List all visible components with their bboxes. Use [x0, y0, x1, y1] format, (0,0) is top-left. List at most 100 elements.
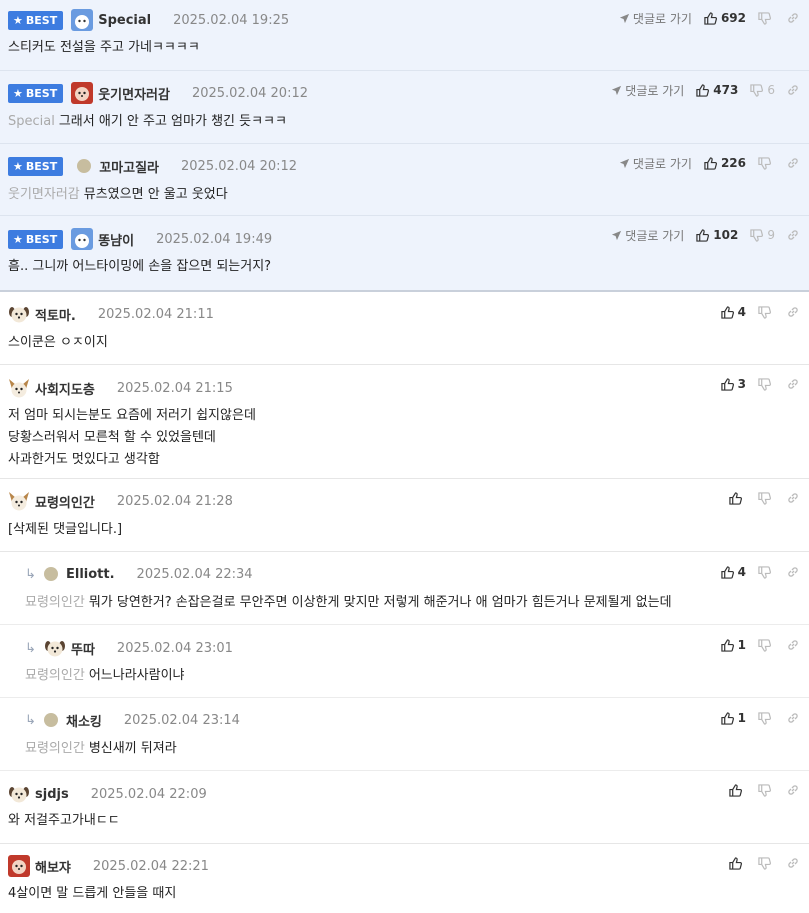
nickname[interactable]: 웃기면자러감	[98, 84, 170, 103]
thumbs-up-icon	[720, 305, 734, 319]
like-button[interactable]	[729, 856, 746, 870]
dislike-button[interactable]	[758, 491, 775, 505]
like-button[interactable]: 473	[696, 83, 738, 97]
comment-text: 흠.. 그니까 어느타이밍에 손을 잡으면 되는거지?	[8, 259, 272, 274]
nickname[interactable]: Elliott.	[66, 567, 115, 582]
link-button[interactable]	[787, 639, 799, 651]
avatar[interactable]	[44, 637, 66, 659]
nickname[interactable]: sjdjs	[35, 787, 69, 802]
best-comment: ★ BEST 꼬마고질라 2025.02.04 20:12 댓글로 가기 226 …	[0, 144, 809, 216]
best-comment: ★ BEST Special 2025.02.04 19:25 댓글로 가기 69…	[0, 0, 809, 71]
link-button[interactable]	[787, 857, 799, 869]
nickname[interactable]: 사회지도층	[35, 379, 95, 398]
dislike-button[interactable]	[758, 11, 775, 25]
link-button[interactable]	[787, 784, 799, 796]
like-button[interactable]: 4	[720, 565, 746, 579]
avatar[interactable]	[8, 783, 30, 805]
comment: 사회지도층 2025.02.04 21:15 3 저 엄마 되시는분도 요즘에 …	[0, 365, 809, 479]
like-button[interactable]: 692	[704, 11, 746, 25]
goto-comment-link[interactable]: 댓글로 가기	[619, 10, 692, 27]
thumbs-up-icon	[720, 565, 734, 579]
avatar[interactable]	[71, 228, 94, 250]
link-icon	[788, 567, 798, 577]
avatar[interactable]	[77, 159, 92, 173]
dislike-button[interactable]	[758, 856, 775, 870]
nickname[interactable]: 채소킹	[66, 711, 102, 730]
avatar[interactable]	[8, 855, 30, 877]
link-button[interactable]	[787, 378, 799, 390]
nickname[interactable]: 뚜따	[71, 639, 95, 658]
nickname[interactable]: 꼬마고질라	[99, 157, 159, 176]
thumbs-down-icon	[758, 638, 771, 652]
comment-text: [삭제된 댓글입니다.]	[8, 522, 123, 537]
avatar[interactable]	[8, 303, 30, 325]
link-button[interactable]	[787, 566, 799, 578]
comment-text: 병신새끼 뒤져라	[88, 741, 177, 756]
dislike-button[interactable]: 6	[750, 83, 775, 97]
mention[interactable]: 묘령의인간	[25, 595, 85, 610]
nickname[interactable]: Special	[98, 13, 151, 28]
link-icon	[788, 230, 798, 240]
thumbs-up-icon	[729, 783, 742, 797]
dislike-button[interactable]	[758, 305, 775, 319]
mention[interactable]: 웃기면자러감	[8, 187, 80, 202]
avatar[interactable]	[44, 713, 58, 727]
thumbs-down-icon	[758, 11, 771, 25]
nickname[interactable]: 묘령의인간	[35, 492, 95, 511]
avatar[interactable]	[71, 82, 94, 104]
like-button[interactable]: 102	[696, 228, 738, 242]
link-button[interactable]	[787, 306, 799, 318]
comment-text: 뮤츠였으면 안 울고 웃었다	[83, 187, 228, 202]
star-icon: ★	[13, 13, 23, 27]
like-button[interactable]	[729, 491, 746, 505]
comment-date: 2025.02.04 20:12	[181, 158, 298, 174]
goto-comment-link[interactable]: 댓글로 가기	[619, 155, 692, 172]
best-comment: ★ BEST 웃기면자러감 2025.02.04 20:12 댓글로 가기 473…	[0, 71, 809, 144]
mention[interactable]: 묘령의인간	[25, 741, 85, 756]
goto-comment-link[interactable]: 댓글로 가기	[611, 227, 684, 244]
thumbs-up-icon	[729, 491, 742, 505]
avatar[interactable]	[8, 377, 30, 399]
dislike-button[interactable]	[758, 156, 775, 170]
link-button[interactable]	[787, 712, 799, 724]
dislike-button[interactable]: 9	[750, 228, 775, 242]
thumbs-down-icon	[758, 783, 771, 797]
reply-comment: ↳ 뚜따 2025.02.04 23:01 1 묘령의인간 어느나라사람이냐	[0, 625, 809, 698]
avatar[interactable]	[71, 9, 94, 31]
comment-text: 뭐가 당연한거? 손잡은걸로 무안주면 이상한게 맞지만 저렇게 해준거나 애 …	[88, 595, 672, 610]
link-button[interactable]	[787, 12, 799, 24]
thumbs-down-icon	[758, 565, 771, 579]
comment-date: 2025.02.04 23:01	[116, 640, 233, 656]
dislike-button[interactable]	[758, 638, 775, 652]
like-button[interactable]: 1	[720, 638, 746, 652]
like-button[interactable]: 226	[704, 156, 746, 170]
dislike-button[interactable]	[758, 711, 775, 725]
nickname[interactable]: 적토마.	[35, 305, 76, 324]
thumbs-up-icon	[720, 638, 734, 652]
mention[interactable]: Special	[8, 114, 55, 129]
link-button[interactable]	[787, 229, 799, 241]
like-button[interactable]: 4	[720, 305, 746, 319]
link-button[interactable]	[787, 492, 799, 504]
comment-date: 2025.02.04 21:15	[116, 380, 233, 396]
avatar[interactable]	[44, 567, 58, 581]
like-button[interactable]	[729, 783, 746, 797]
dislike-button[interactable]	[758, 783, 775, 797]
like-button[interactable]: 3	[720, 377, 746, 391]
best-comment: ★ BEST 똥냠이 2025.02.04 19:49 댓글로 가기 102 9 …	[0, 216, 809, 292]
link-icon	[788, 158, 798, 168]
thumbs-up-icon	[704, 11, 717, 25]
mention[interactable]: 묘령의인간	[25, 668, 85, 683]
nickname[interactable]: 똥냠이	[98, 230, 134, 249]
link-button[interactable]	[787, 157, 799, 169]
comment-text: 스이쿤은 ㅇㅈ이지	[8, 335, 108, 350]
dislike-button[interactable]	[758, 565, 775, 579]
dislike-button[interactable]	[758, 377, 775, 391]
comment: 묘령의인간 2025.02.04 21:28 [삭제된 댓글입니다.]	[0, 479, 809, 552]
link-button[interactable]	[787, 84, 799, 96]
like-button[interactable]: 1	[720, 711, 746, 725]
link-icon	[788, 640, 798, 650]
nickname[interactable]: 해보쟈	[35, 857, 71, 876]
avatar[interactable]	[8, 490, 30, 512]
goto-comment-link[interactable]: 댓글로 가기	[611, 82, 684, 99]
